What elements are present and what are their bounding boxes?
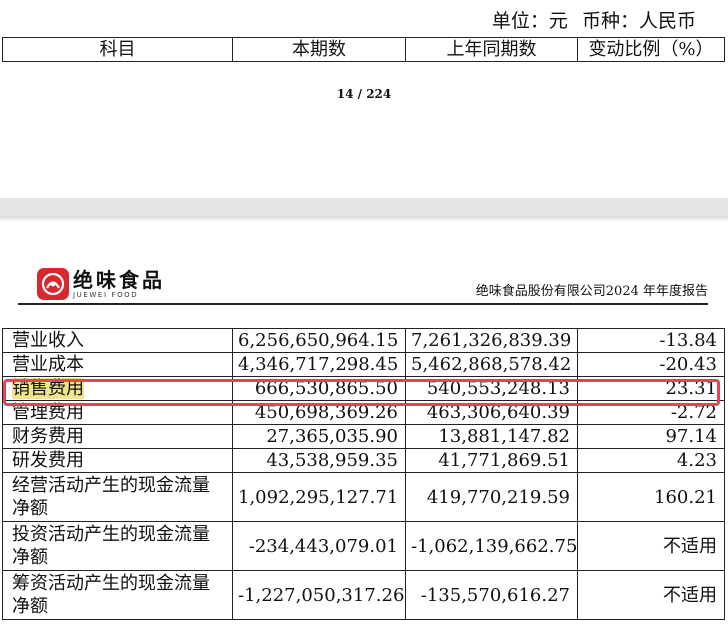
table-row: 财务费用 27,365,035.90 13,881,147.82 97.14	[2, 424, 725, 449]
cell-current: -1,227,050,317.26	[232, 570, 406, 620]
unit-label: 单位：元	[491, 10, 568, 32]
top-table-header: 科目 本期数 上年同期数 变动比例（%）	[2, 37, 725, 62]
report-title: 绝味食品股份有限公司2024 年年度报告	[475, 284, 708, 299]
cell-change: 160.21	[577, 472, 725, 522]
cell-prior: 13,881,147.82	[405, 424, 578, 449]
cell-change: -13.84	[577, 328, 725, 353]
table-row: 经营活动产生的现金流量净额 1,092,295,127.71 419,770,219…	[2, 472, 725, 522]
cell-current: -234,443,079.01	[232, 521, 406, 571]
cell-item: 筹资活动产生的现金流量净额	[2, 570, 233, 620]
logo-emblem-icon	[37, 268, 69, 300]
cell-current: 4,346,717,298.45	[232, 352, 406, 377]
cell-prior: 463,306,640.39	[405, 400, 578, 425]
cell-item: 营业收入	[2, 328, 233, 353]
cell-change: 97.14	[577, 424, 725, 449]
cell-item: 营业成本	[2, 352, 233, 377]
cell-current: 666,530,865.50	[232, 376, 406, 401]
logo-chinese-text: 绝味食品	[73, 267, 165, 292]
cell-change: 不适用	[577, 521, 725, 571]
logo-english-text: JUEWEI FOOD	[73, 290, 139, 299]
cell-prior: -135,570,616.27	[405, 570, 578, 620]
cell-prior: 5,462,868,578.42	[405, 352, 578, 377]
page-separator-shadow	[0, 216, 728, 222]
table-row: 投资活动产生的现金流量净额 -234,443,079.01 -1,062,139,6…	[2, 521, 725, 571]
page-number: 14 / 224	[336, 87, 392, 101]
cell-item: 财务费用	[2, 424, 233, 449]
table-row: 管理费用 450,698,369.26 463,306,640.39 -2.72	[2, 400, 725, 425]
financial-table: 营业收入 6,256,650,964.15 7,261,326,839.39 -13.…	[2, 328, 725, 620]
cell-current: 450,698,369.26	[232, 400, 406, 425]
cell-prior: 41,771,869.51	[405, 448, 578, 473]
currency-label: 币种：人民币	[581, 10, 696, 32]
col-header-current: 本期数	[232, 37, 406, 62]
cell-item: 研发费用	[2, 448, 233, 473]
cell-prior: 419,770,219.59	[405, 472, 578, 522]
page-separator	[0, 198, 728, 216]
cell-change: -20.43	[577, 352, 725, 377]
cell-change: 4.23	[577, 448, 725, 473]
cell-change: -2.72	[577, 400, 725, 425]
cell-prior: -1,062,139,662.75	[405, 521, 578, 571]
company-logo: 绝味食品 JUEWEI FOOD	[37, 266, 165, 302]
cell-change: 23.31	[577, 376, 725, 401]
unit-currency-line: 单位：元 币种：人民币	[484, 8, 696, 34]
cell-current: 6,256,650,964.15	[232, 328, 406, 353]
col-header-item: 科目	[2, 37, 233, 62]
col-header-prior: 上年同期数	[405, 37, 578, 62]
table-row: 筹资活动产生的现金流量净额 -1,227,050,317.26 -135,570,6…	[2, 570, 725, 620]
table-row: 营业成本 4,346,717,298.45 5,462,868,578.42 -20.…	[2, 352, 725, 377]
cell-item: 销售费用	[2, 376, 233, 401]
cell-current: 27,365,035.90	[232, 424, 406, 449]
cell-current: 43,538,959.35	[232, 448, 406, 473]
table-row: 销售费用 666,530,865.50 540,553,248.13 23.31	[2, 376, 725, 401]
cell-item: 经营活动产生的现金流量净额	[2, 472, 233, 522]
cell-prior: 7,261,326,839.39	[405, 328, 578, 353]
table-row: 研发费用 43,538,959.35 41,771,869.51 4.23	[2, 448, 725, 473]
cell-current: 1,092,295,127.71	[232, 472, 406, 522]
cell-item: 管理费用	[2, 400, 233, 425]
header-rule	[18, 303, 708, 305]
cell-change: 不适用	[577, 570, 725, 620]
highlighted-item-text: 销售费用	[12, 378, 84, 399]
table-row: 营业收入 6,256,650,964.15 7,261,326,839.39 -13.…	[2, 328, 725, 353]
col-header-change: 变动比例（%）	[577, 37, 725, 62]
cell-item: 投资活动产生的现金流量净额	[2, 521, 233, 571]
cell-prior: 540,553,248.13	[405, 376, 578, 401]
